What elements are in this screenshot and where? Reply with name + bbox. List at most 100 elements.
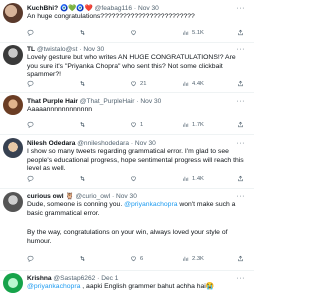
views-icon — [183, 256, 189, 261]
author-name[interactable]: curious owl — [27, 193, 64, 200]
like-count: 6 — [140, 255, 144, 262]
author-name[interactable]: Krishna — [27, 275, 52, 282]
more-options-icon[interactable]: ··· — [237, 139, 246, 148]
share-button[interactable] — [237, 80, 244, 87]
tweet-actions: 1 1.7K — [27, 121, 249, 130]
author-name[interactable]: TL — [27, 46, 35, 53]
like-button[interactable]: 21 — [130, 80, 146, 87]
tweet-header: KuchBhi? 🧿💚🧿❤️ @feabag116 · Nov 30 ··· — [27, 4, 250, 13]
tweet-actions: 21 4.4K — [27, 80, 249, 89]
view-count: 1.7K — [192, 121, 204, 128]
avatar[interactable] — [3, 273, 23, 293]
share-button[interactable] — [237, 29, 244, 36]
tweet[interactable]: That Purple Hair @That_PurpleHair · Nov … — [0, 93, 254, 134]
author-name[interactable]: Nilesh Odedara — [27, 140, 75, 147]
views-button[interactable]: 1.4K — [182, 175, 204, 182]
tweet[interactable]: curious owl 🦉 @curio_owl · Nov 30 ··· Du… — [0, 189, 254, 269]
like-button[interactable] — [130, 175, 140, 182]
heart-icon — [131, 81, 136, 87]
tweet-date[interactable]: Nov 30 — [140, 98, 161, 105]
share-button[interactable] — [237, 121, 244, 128]
separator-dot: · — [79, 46, 82, 53]
separator-dot: · — [97, 275, 100, 282]
author-handle[interactable]: @feabag116 — [95, 5, 132, 12]
tweet-text-part: Dude, someone is conning you. — [27, 201, 125, 208]
tweet-date[interactable]: Nov 30 — [138, 5, 159, 12]
tweet-text-part: , aapki English grammer bahut achha hai😭 — [80, 283, 215, 290]
tweet[interactable]: Nilesh Odedara @nnileshodedara · Nov 30 … — [0, 135, 254, 187]
views-icon — [183, 81, 189, 86]
heart-icon — [131, 30, 136, 36]
tweet-actions: 6 2.3K — [27, 255, 249, 264]
reply-button[interactable] — [27, 255, 37, 262]
tweet-date[interactable]: Nov 30 — [135, 140, 156, 147]
like-count: 1 — [140, 121, 144, 128]
views-button[interactable]: 2.3K — [182, 255, 204, 262]
retweet-button[interactable] — [79, 175, 89, 182]
tweet-text-paragraph: By the way, congratulations on your win,… — [27, 229, 228, 245]
tweet[interactable]: KuchBhi? 🧿💚🧿❤️ @feabag116 · Nov 30 ··· A… — [0, 0, 254, 42]
views-button[interactable]: 1.7K — [182, 121, 204, 128]
reply-icon — [27, 80, 34, 87]
retweet-button[interactable] — [79, 80, 89, 87]
share-button[interactable] — [237, 175, 244, 182]
tweet-header: That Purple Hair @That_PurpleHair · Nov … — [27, 97, 250, 106]
author-handle[interactable]: @twistalo@st — [37, 46, 78, 53]
more-options-icon[interactable]: ··· — [237, 274, 246, 283]
share-button[interactable] — [237, 255, 244, 262]
author-handle[interactable]: @nnileshodedara — [77, 140, 129, 147]
author-handle[interactable]: @curio_owl — [76, 193, 111, 200]
mention-link[interactable]: @priyankachopra — [124, 201, 177, 208]
view-count: 4.4K — [192, 80, 204, 87]
tweet-date[interactable]: Dec 1 — [101, 275, 118, 282]
reply-button[interactable] — [27, 29, 37, 36]
tweet-text: An huge congratulations?????????????????… — [27, 13, 195, 20]
views-button[interactable]: 4.4K — [182, 80, 204, 87]
views-icon — [183, 30, 189, 35]
more-options-icon[interactable]: ··· — [237, 4, 246, 13]
author-handle[interactable]: @That_PurpleHair — [80, 98, 135, 105]
author-name[interactable]: That Purple Hair — [27, 98, 78, 105]
like-button[interactable]: 1 — [130, 121, 143, 128]
avatar[interactable] — [3, 45, 23, 65]
share-icon — [238, 80, 243, 87]
reply-button[interactable] — [27, 121, 37, 128]
retweet-icon — [80, 81, 85, 86]
retweet-button[interactable] — [79, 255, 89, 262]
tweet-text: @priyankachopra , aapki English grammer … — [27, 283, 248, 292]
views-icon — [183, 122, 189, 127]
author-name[interactable]: KuchBhi? — [27, 5, 58, 12]
retweet-icon — [80, 176, 85, 181]
reply-button[interactable] — [27, 80, 37, 87]
tweet-date[interactable]: Nov 30 — [83, 46, 104, 53]
share-icon — [238, 29, 243, 36]
mention-link[interactable]: @priyankachopra — [27, 283, 80, 290]
avatar[interactable] — [3, 192, 23, 212]
retweet-icon — [80, 256, 85, 261]
tweet-date[interactable]: Nov 30 — [116, 193, 137, 200]
more-options-icon[interactable]: ··· — [237, 192, 246, 201]
reply-button[interactable] — [27, 175, 37, 182]
tweet-text: Lovely gesture but who writes AN HUGE CO… — [27, 54, 236, 79]
avatar[interactable] — [3, 138, 23, 158]
share-icon — [238, 175, 243, 182]
views-button[interactable]: 5.1K — [182, 29, 204, 36]
avatar[interactable] — [3, 95, 23, 115]
view-count: 5.1K — [192, 29, 204, 36]
more-options-icon[interactable]: ··· — [237, 45, 246, 54]
tweet[interactable]: TL @twistalo@st · Nov 30 ··· Lovely gest… — [0, 43, 254, 91]
reply-icon — [27, 175, 34, 182]
avatar[interactable] — [3, 3, 23, 23]
author-handle[interactable]: @Sastap6262 — [53, 275, 95, 282]
like-button[interactable]: 6 — [130, 255, 143, 262]
reply-icon — [27, 121, 34, 128]
retweet-icon — [80, 30, 85, 35]
tweet[interactable]: Krishna @Sastap6262 · Dec 1 ··· @priyank… — [0, 271, 254, 299]
retweet-button[interactable] — [79, 29, 89, 36]
views-icon — [183, 176, 189, 181]
retweet-button[interactable] — [79, 121, 89, 128]
more-options-icon[interactable]: ··· — [237, 97, 246, 106]
like-button[interactable] — [130, 29, 140, 36]
reply-icon — [27, 29, 34, 36]
tweet-text: I show so many tweets regarding grammati… — [27, 148, 244, 173]
